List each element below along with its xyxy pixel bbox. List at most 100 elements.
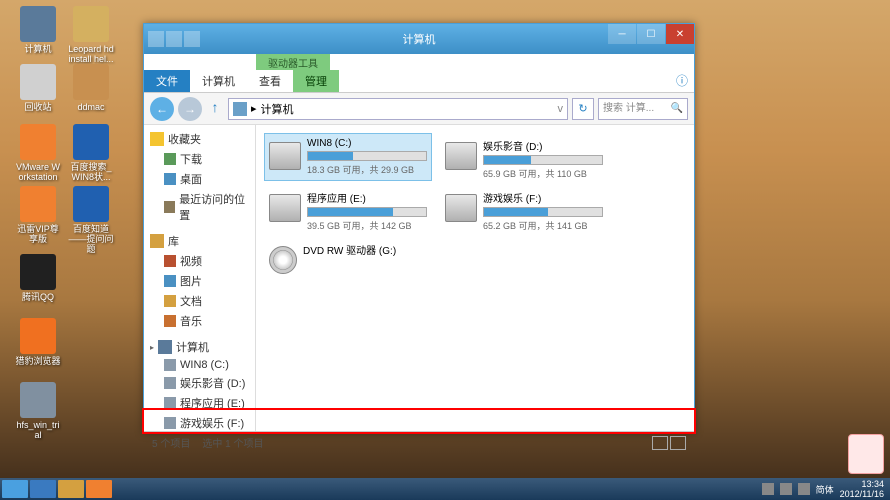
ime-indicator[interactable] bbox=[848, 434, 884, 474]
sidebar-computer[interactable]: ▸计算机 bbox=[144, 337, 255, 357]
drive-info: 65.9 GB 可用，共 110 GB bbox=[483, 167, 603, 180]
sidebar-item-documents[interactable]: 文档 bbox=[144, 291, 255, 311]
drive-icon bbox=[269, 142, 301, 170]
drive-name: DVD RW 驱动器 (G:) bbox=[303, 242, 427, 257]
tab-view[interactable]: 查看 bbox=[247, 70, 293, 92]
drive-item[interactable]: 程序应用 (E:) 39.5 GB 可用，共 142 GB bbox=[264, 185, 432, 233]
drive-icon bbox=[269, 246, 297, 274]
desktop-icon[interactable]: 迅雷VIP尊享版 bbox=[14, 186, 62, 244]
desktop-icon[interactable]: 百度搜索_WIN8状... bbox=[67, 124, 115, 182]
drive-icon bbox=[269, 194, 301, 222]
document-icon bbox=[164, 295, 176, 307]
taskbar-ie[interactable] bbox=[30, 480, 56, 498]
drive-icon bbox=[164, 359, 176, 371]
drive-item[interactable]: 游戏娱乐 (F:)65.2 GB 可用，共 141 GB bbox=[440, 185, 608, 233]
icon-label: Leopard hd install hel... bbox=[67, 44, 115, 64]
sidebar-favorites[interactable]: 收藏夹 bbox=[144, 129, 255, 149]
app-icon bbox=[20, 124, 56, 160]
sidebar: 收藏夹 下载 桌面 最近访问的位置 库 视频 图片 文档 音乐 ▸计算机 WIN… bbox=[144, 125, 256, 431]
drive-info: 18.3 GB 可用，共 29.9 GB bbox=[307, 163, 427, 176]
clock-date: 2012/11/16 bbox=[840, 489, 884, 499]
icon-label: 腾讯QQ bbox=[14, 292, 62, 302]
app-icon bbox=[20, 382, 56, 418]
sidebar-item-pictures[interactable]: 图片 bbox=[144, 271, 255, 291]
desktop-icon[interactable]: 猎豹浏览器 bbox=[14, 318, 62, 366]
taskbar-explorer[interactable] bbox=[58, 480, 84, 498]
icon-label: 猎豹浏览器 bbox=[14, 356, 62, 366]
system-tray: 简体 13:34 2012/11/16 bbox=[762, 479, 888, 499]
sidebar-libraries[interactable]: 库 bbox=[144, 231, 255, 251]
forward-button[interactable]: → bbox=[178, 97, 202, 121]
sidebar-item-desktop[interactable]: 桌面 bbox=[144, 169, 255, 189]
close-button[interactable]: ✕ bbox=[666, 24, 694, 44]
help-icon[interactable]: ⓘ bbox=[676, 70, 688, 92]
icon-label: hfs_win_trial bbox=[14, 420, 62, 440]
titlebar[interactable]: 计算机 ─ ☐ ✕ bbox=[144, 24, 694, 54]
usage-bar bbox=[307, 207, 427, 217]
desktop-icon[interactable]: VMware Workstation bbox=[14, 124, 62, 182]
qat-icons bbox=[148, 31, 200, 47]
taskbar-vmware[interactable] bbox=[86, 480, 112, 498]
computer-icon bbox=[233, 102, 247, 116]
context-tab[interactable]: 驱动器工具 bbox=[256, 54, 330, 70]
tray-icon[interactable] bbox=[780, 483, 792, 495]
library-icon bbox=[150, 234, 164, 248]
usage-bar bbox=[483, 155, 603, 165]
address-bar[interactable]: ▸ 计算机 v bbox=[228, 98, 568, 120]
drive-name: 程序应用 (E:) bbox=[307, 190, 427, 205]
app-icon bbox=[73, 124, 109, 160]
desktop-icon[interactable]: hfs_win_trial bbox=[14, 382, 62, 440]
sidebar-item-drive-d[interactable]: 娱乐影音 (D:) bbox=[144, 373, 255, 393]
up-button[interactable]: ↑ bbox=[206, 99, 224, 119]
status-bar: 5 个项目 选中 1 个项目 bbox=[144, 431, 694, 453]
view-tiles-icon[interactable] bbox=[670, 436, 686, 450]
icon-label: 计算机 bbox=[14, 44, 62, 54]
sidebar-item-drive-f[interactable]: 游戏娱乐 (F:) bbox=[144, 413, 255, 431]
minimize-button[interactable]: ─ bbox=[608, 24, 636, 44]
sidebar-item-drive-e[interactable]: 程序应用 (E:) bbox=[144, 393, 255, 413]
status-item-count: 5 个项目 bbox=[152, 435, 190, 450]
clock-time[interactable]: 13:34 bbox=[840, 479, 884, 489]
tab-file[interactable]: 文件 bbox=[144, 70, 190, 92]
drive-info: 39.5 GB 可用，共 142 GB bbox=[307, 219, 427, 232]
desktop-icon[interactable]: 计算机 bbox=[14, 6, 62, 54]
desktop-icon bbox=[164, 173, 176, 185]
tab-computer[interactable]: 计算机 bbox=[190, 70, 247, 92]
ime-label[interactable]: 简体 bbox=[816, 483, 834, 496]
sidebar-item-recent[interactable]: 最近访问的位置 bbox=[144, 189, 255, 225]
download-icon bbox=[164, 153, 176, 165]
maximize-button[interactable]: ☐ bbox=[637, 24, 665, 44]
picture-icon bbox=[164, 275, 176, 287]
computer-icon bbox=[158, 340, 172, 354]
drive-item[interactable]: WIN8 (C:) 18.3 GB 可用，共 29.9 GB bbox=[264, 133, 432, 181]
star-icon bbox=[150, 132, 164, 146]
desktop-icon[interactable]: Leopard hd install hel... bbox=[67, 6, 115, 64]
sidebar-item-videos[interactable]: 视频 bbox=[144, 251, 255, 271]
desktop-icon[interactable]: 回收站 bbox=[14, 64, 62, 112]
drive-icon bbox=[445, 142, 477, 170]
back-button[interactable]: ← bbox=[150, 97, 174, 121]
tab-bar: 文件 计算机 查看 管理 ⓘ bbox=[144, 70, 694, 92]
icon-label: VMware Workstation bbox=[14, 162, 62, 182]
refresh-button[interactable]: ↻ bbox=[572, 98, 594, 120]
drive-item[interactable]: DVD RW 驱动器 (G:) bbox=[264, 237, 432, 285]
sidebar-item-drive-c[interactable]: WIN8 (C:) bbox=[144, 357, 255, 373]
app-icon bbox=[20, 6, 56, 42]
sidebar-item-downloads[interactable]: 下载 bbox=[144, 149, 255, 169]
tab-manage[interactable]: 管理 bbox=[293, 70, 339, 92]
tray-icon[interactable] bbox=[798, 483, 810, 495]
sidebar-item-music[interactable]: 音乐 bbox=[144, 311, 255, 331]
drive-name: WIN8 (C:) bbox=[307, 138, 427, 149]
desktop-icon[interactable]: 腾讯QQ bbox=[14, 254, 62, 302]
desktop-icon[interactable]: ddmac bbox=[67, 64, 115, 112]
desktop-icon[interactable]: 百度知道——提问问题 bbox=[67, 186, 115, 254]
start-button[interactable] bbox=[2, 480, 28, 498]
tray-icon[interactable] bbox=[762, 483, 774, 495]
drive-item[interactable]: 娱乐影音 (D:)65.9 GB 可用，共 110 GB bbox=[440, 133, 608, 181]
explorer-window: 计算机 ─ ☐ ✕ 驱动器工具 文件 计算机 查看 管理 ⓘ ← → ↑ ▸ 计… bbox=[143, 23, 695, 433]
app-icon bbox=[20, 64, 56, 100]
app-icon bbox=[73, 6, 109, 42]
view-details-icon[interactable] bbox=[652, 436, 668, 450]
search-input[interactable]: 搜索 计算... 🔍 bbox=[598, 98, 688, 120]
drive-icon bbox=[445, 194, 477, 222]
